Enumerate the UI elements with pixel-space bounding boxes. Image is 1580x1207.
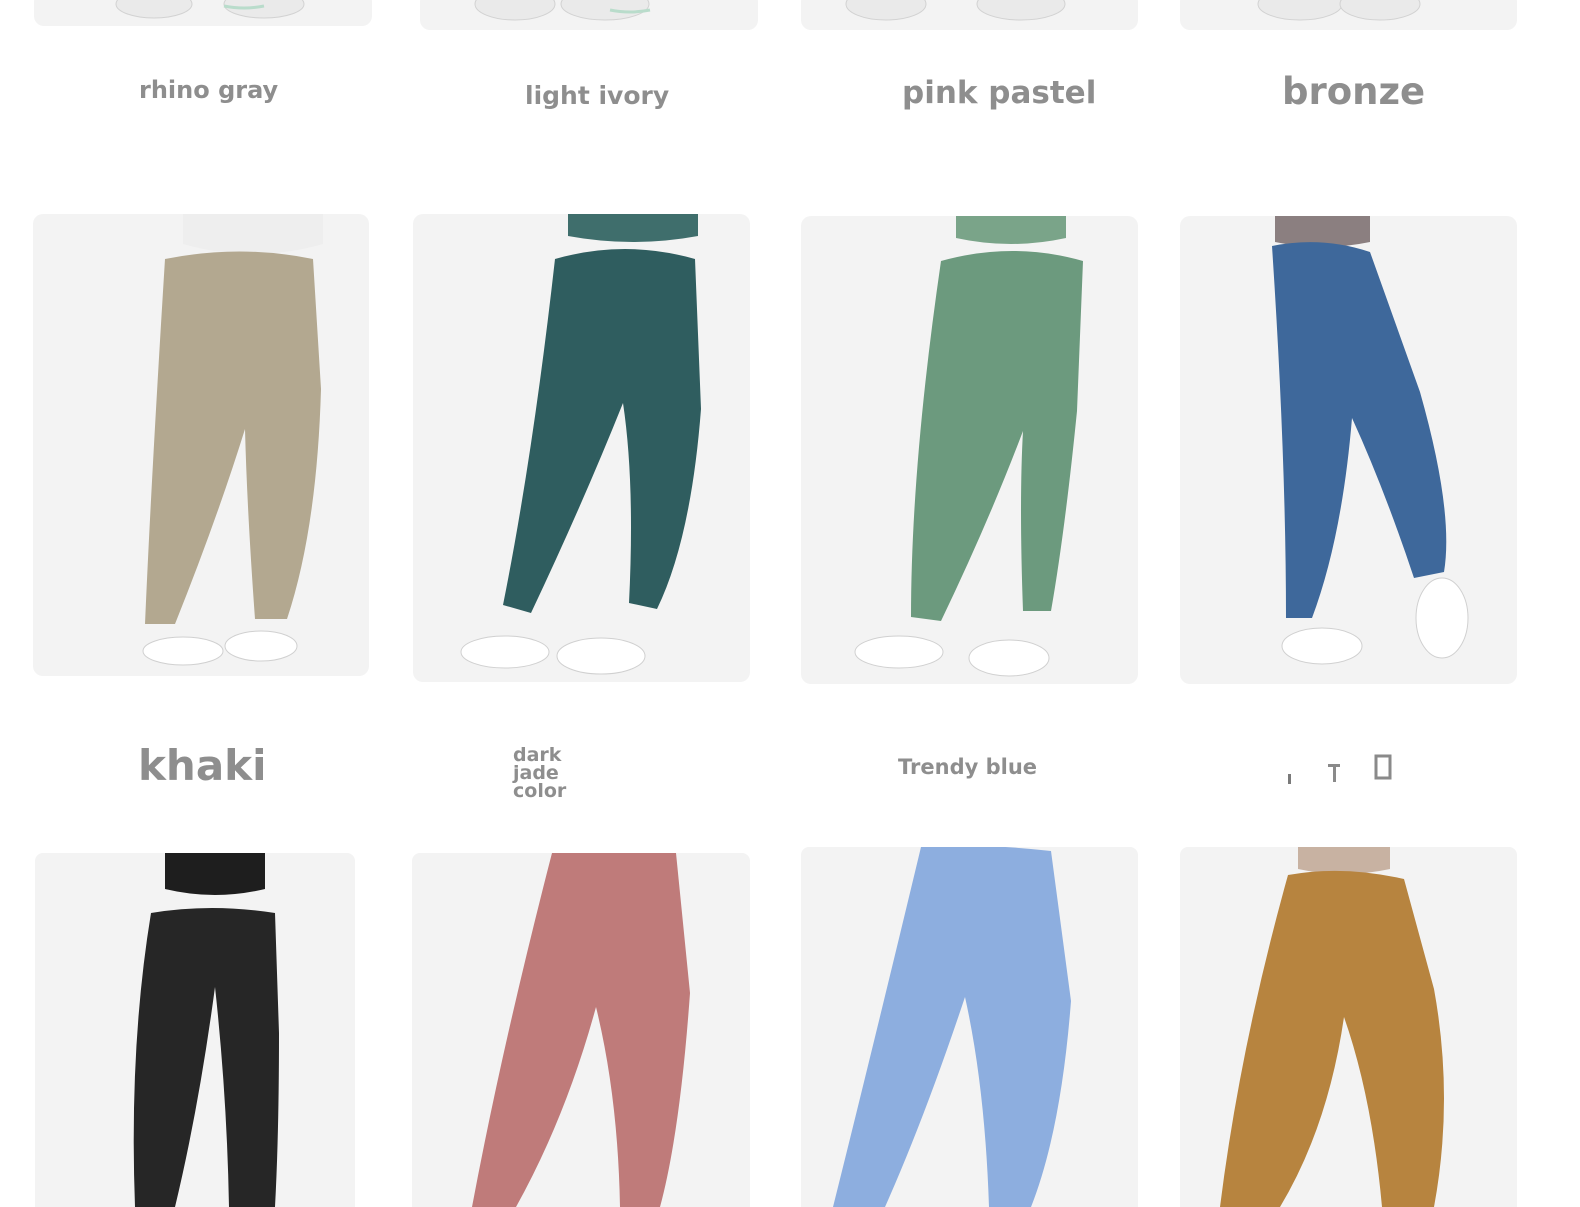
sneakers-image [845,0,1066,21]
color-label: khaki [138,741,267,790]
pictogram-icon [1288,754,1392,784]
product-image-rhino-gray[interactable] [34,0,372,26]
leggings-model-image [1272,216,1469,665]
color-label: light ivory [525,81,670,110]
product-image-pink-pastel[interactable] [801,0,1138,30]
leggings-model-image [460,214,701,675]
color-label: bronze [1282,70,1426,113]
leggings-model-image [854,216,1083,677]
sneakers-image [115,0,305,19]
product-image-light-ivory[interactable] [420,0,758,30]
color-label: pink pastel [902,75,1097,111]
product-image-khaki[interactable] [33,214,369,676]
product-image-rose[interactable] [412,853,750,1207]
color-label: dark jade color [513,744,567,803]
color-label: rhino gray [139,76,279,104]
product-image-bronze[interactable] [1180,0,1517,30]
leggings-model-image [1220,847,1444,1207]
product-image-sky-blue[interactable] [801,847,1138,1207]
product-image-caramel[interactable] [1180,847,1517,1207]
leggings-model-image [472,853,690,1207]
sneakers-image [1257,0,1421,21]
label-thumbnail [1282,750,1402,792]
leggings-model-image [133,853,279,1207]
leggings-model-image [833,847,1071,1207]
leggings-model-image [142,214,323,666]
color-label: Trendy blue [898,755,1038,779]
product-image-blue[interactable] [1180,216,1517,684]
product-image-black[interactable] [35,853,355,1207]
product-image-dark-jade[interactable] [413,214,750,682]
product-image-trendy-blue[interactable] [801,216,1138,684]
sneakers-image [474,0,651,21]
